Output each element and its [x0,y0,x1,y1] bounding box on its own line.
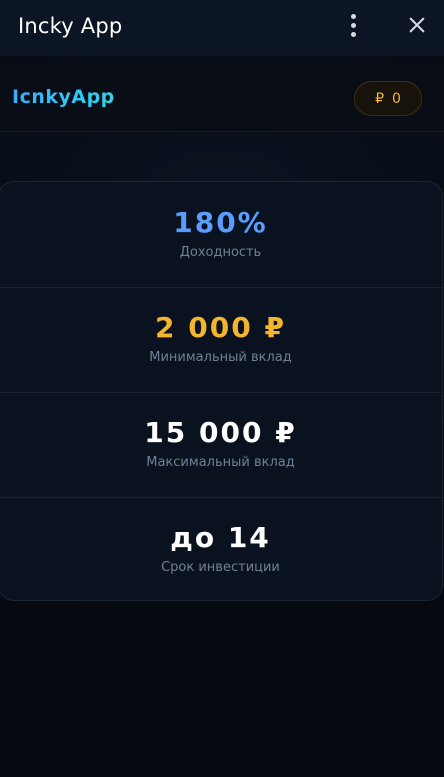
stat-value: до 14 [170,521,271,554]
stat-value: 15 000 ₽ [144,416,297,449]
stat-label: Максимальный вклад [146,455,295,470]
kebab-menu-icon[interactable] [346,12,362,40]
stat-value: 180% [173,206,268,239]
stat-label: Доходность [179,245,262,260]
window-titlebar: Incky App [0,0,444,56]
app-header: IcnkyApp ₽ 0 [0,64,444,132]
investment-terms-card: 180% Доходность 2 000 ₽ Минимальный вкла… [0,181,443,601]
balance-badge[interactable]: ₽ 0 [354,81,422,116]
stat-term: до 14 Срок инвестиции [0,497,442,600]
close-icon[interactable] [404,12,430,38]
app-screen: Incky App IcnkyApp ₽ 0 180% Доходность 2… [0,0,444,777]
balance-amount: 0 [392,90,401,107]
ruble-icon: ₽ [375,90,384,107]
stat-label: Минимальный вклад [149,350,292,365]
app-logo[interactable]: IcnkyApp [12,86,115,108]
stat-yield: 180% Доходность [0,182,442,288]
stat-label: Срок инвестиции [161,560,280,575]
stat-min-deposit: 2 000 ₽ Минимальный вклад [0,287,442,393]
stat-max-deposit: 15 000 ₽ Максимальный вклад [0,392,442,498]
window-title: Incky App [18,14,123,38]
stat-value: 2 000 ₽ [155,311,286,344]
